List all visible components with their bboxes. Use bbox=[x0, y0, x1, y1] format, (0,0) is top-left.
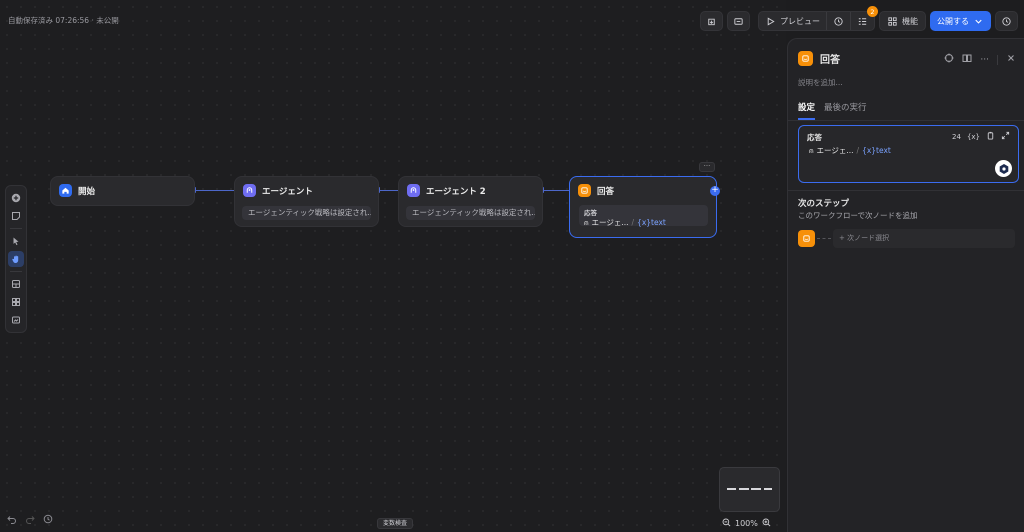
answer-icon bbox=[798, 51, 813, 66]
node-agent-2[interactable]: エージェント 2 エージェンティック戦略は設定され... bbox=[398, 176, 543, 227]
zoom-out-icon[interactable] bbox=[722, 518, 731, 529]
canvas-toolbar bbox=[5, 185, 27, 333]
history-tools bbox=[7, 514, 53, 527]
agent-strategy: エージェンティック戦略は設定され... bbox=[242, 206, 371, 220]
preview-button[interactable]: プレビュー bbox=[759, 12, 827, 30]
node-title: 開始 bbox=[78, 186, 96, 197]
edge-start-agent1 bbox=[194, 190, 238, 191]
home-icon bbox=[59, 184, 72, 197]
run-group: プレビュー 2 bbox=[758, 6, 878, 31]
expand-icon[interactable] bbox=[1001, 131, 1010, 142]
close-icon[interactable] bbox=[1006, 53, 1016, 66]
answer-preview: 応答 ⍝ エージェ... / {x}text bbox=[579, 205, 708, 228]
tab-settings[interactable]: 設定 bbox=[798, 101, 816, 120]
panel-tabs: 設定 最後の実行 bbox=[798, 101, 867, 120]
minimap-toggle-icon[interactable] bbox=[8, 312, 24, 328]
assistant-bot-icon[interactable] bbox=[995, 160, 1012, 177]
hand-icon[interactable] bbox=[8, 251, 24, 267]
organize-icon[interactable] bbox=[8, 294, 24, 310]
node-agent-1[interactable]: エージェント エージェンティック戦略は設定され... bbox=[234, 176, 379, 227]
next-step-title: 次のステップ bbox=[798, 199, 850, 209]
undo-icon[interactable] bbox=[7, 514, 17, 527]
insert-variable-button[interactable]: {x} bbox=[967, 133, 980, 141]
clock-icon bbox=[834, 16, 843, 26]
zoom-in-icon[interactable] bbox=[762, 518, 771, 529]
node-settings-panel: 回答 ··· 説明を追加... 設定 最後の実行 応答 24 {x} ⍝ エージ… bbox=[787, 38, 1024, 532]
agent-icon bbox=[243, 184, 256, 197]
checklist-button[interactable]: 2 bbox=[851, 6, 878, 30]
env-variables-button[interactable] bbox=[727, 11, 750, 31]
zoom-control: 100% bbox=[722, 518, 771, 529]
version-history-button[interactable] bbox=[995, 11, 1018, 31]
publish-button[interactable]: 公開する bbox=[930, 11, 991, 31]
answer-icon bbox=[578, 184, 591, 197]
features-icon bbox=[888, 16, 897, 26]
char-count: 24 bbox=[952, 132, 961, 141]
variable-check-button[interactable]: 変数検査 bbox=[377, 518, 414, 529]
env-icon bbox=[734, 17, 743, 25]
checklist-icon bbox=[858, 17, 867, 25]
node-title: エージェント 2 bbox=[426, 186, 486, 197]
redo-icon[interactable] bbox=[25, 514, 35, 527]
response-label: 応答 bbox=[807, 133, 822, 142]
agent-ref-icon: ⍝ bbox=[809, 145, 814, 155]
note-icon[interactable] bbox=[8, 208, 24, 224]
answer-field-label: 応答 bbox=[584, 209, 597, 217]
description-input[interactable]: 説明を追加... bbox=[798, 77, 843, 88]
more-icon[interactable]: ··· bbox=[980, 55, 989, 64]
history-icon bbox=[1002, 16, 1011, 26]
variable-reference[interactable]: ⍝ エージェ... / {x}text bbox=[809, 145, 891, 156]
node-answer[interactable]: 回答 応答 ⍝ エージェ... / {x}text bbox=[569, 176, 717, 238]
top-toolbar: プレビュー 2 機能 公開する bbox=[700, 6, 1018, 31]
history-icon[interactable] bbox=[43, 514, 53, 527]
pointer-icon[interactable] bbox=[8, 233, 24, 249]
run-step-icon[interactable] bbox=[944, 53, 954, 66]
checklist-badge: 2 bbox=[867, 6, 878, 17]
node-more-button[interactable]: ··· bbox=[699, 162, 715, 172]
features-button[interactable]: 機能 bbox=[879, 11, 926, 31]
panel-title[interactable]: 回答 bbox=[820, 51, 840, 66]
edge-agent2-answer bbox=[542, 190, 570, 191]
chevron-down-icon bbox=[975, 19, 982, 24]
agent-strategy: エージェンティック戦略は設定され... bbox=[406, 206, 535, 220]
workflow-canvas[interactable]: 自動保存済み 07:26:56 · 未公開 開始 エージェント エージェンティッ… bbox=[0, 0, 786, 532]
variable-reference: ⍝ エージェ... / {x}text bbox=[584, 217, 666, 228]
select-next-node-button[interactable]: + 次ノード選択 bbox=[833, 229, 1015, 248]
export-image-icon[interactable] bbox=[8, 276, 24, 292]
node-title: 回答 bbox=[597, 186, 615, 197]
restore-icon bbox=[708, 18, 715, 25]
node-start[interactable]: 開始 bbox=[50, 176, 195, 206]
next-step-subtitle: このワークフローで次ノードを追加 bbox=[798, 211, 918, 220]
play-icon bbox=[767, 16, 775, 26]
restore-button[interactable] bbox=[700, 11, 723, 31]
minimap[interactable] bbox=[719, 467, 780, 512]
help-doc-icon[interactable] bbox=[962, 53, 972, 66]
next-step-row: + 次ノード選択 bbox=[798, 229, 1015, 248]
add-node-icon[interactable] bbox=[8, 190, 24, 206]
response-editor[interactable]: 応答 24 {x} ⍝ エージェ... / {x}text bbox=[798, 125, 1019, 183]
copy-icon[interactable] bbox=[986, 131, 995, 142]
agent-ref-icon: ⍝ bbox=[584, 217, 589, 227]
run-history-button[interactable] bbox=[827, 12, 851, 30]
agent-icon bbox=[407, 184, 420, 197]
edge-agent1-agent2 bbox=[378, 190, 400, 191]
node-title: エージェント bbox=[262, 186, 313, 197]
add-next-node-button[interactable]: + bbox=[710, 186, 720, 196]
autosave-status: 自動保存済み 07:26:56 · 未公開 bbox=[8, 16, 119, 25]
zoom-level[interactable]: 100% bbox=[735, 519, 758, 528]
answer-icon bbox=[798, 230, 815, 247]
tab-last-run[interactable]: 最後の実行 bbox=[824, 101, 867, 120]
